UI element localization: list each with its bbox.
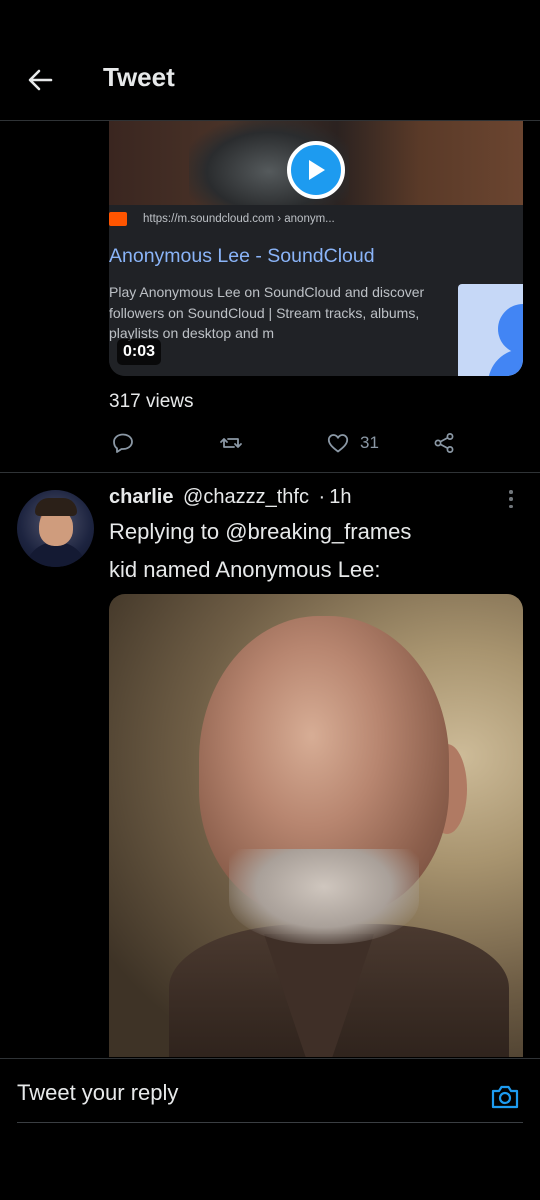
more-options-button[interactable] [501,487,521,511]
play-icon [309,160,325,180]
card-title: Anonymous Lee - SoundCloud [109,245,375,267]
like-button[interactable]: 31 [326,428,379,458]
camera-icon [491,1085,519,1109]
reply-input[interactable] [17,1080,457,1106]
tweet-header: charlie @chazzz_thfc · 1h [109,486,351,509]
top-bar: Tweet [0,0,540,121]
tweet-text: kid named Anonymous Lee: [109,557,381,582]
camera-button[interactable] [489,1081,521,1113]
video-player[interactable]: https://m.soundcloud.com › anonym... Ano… [109,121,523,376]
author-name[interactable]: charlie [109,486,173,508]
share-button[interactable] [432,428,456,458]
reply-button[interactable] [111,428,135,458]
play-button[interactable] [287,141,345,199]
tweet-time: 1h [329,486,352,508]
like-count: 31 [360,433,379,452]
tweet-divider [0,472,540,473]
reply-icon [113,433,133,453]
arrow-left-icon [28,69,53,91]
view-count: 317 views [109,391,194,412]
soundcloud-logo-icon [109,212,127,226]
back-button[interactable] [22,60,58,100]
separator-dot: · [318,486,326,508]
card-url-row: https://m.soundcloud.com › anonym... [109,209,335,229]
card-thumbnail [458,284,523,376]
video-time-badge: 0:03 [117,339,162,365]
share-icon [434,433,454,453]
more-dot-icon [509,490,513,494]
reply-underline [17,1122,523,1123]
avatar[interactable] [17,490,94,567]
reply-bar [0,1058,540,1200]
card-description: Play Anonymous Lee on SoundCloud and dis… [109,284,425,341]
replying-mention[interactable]: @breaking_frames [225,519,411,544]
page-title: Tweet [103,62,175,92]
retweet-button[interactable] [219,428,243,458]
tweet-photo[interactable] [109,594,523,1057]
replying-prefix: Replying to [109,519,220,544]
author-handle[interactable]: @chazzz_thfc [183,486,309,508]
heart-icon [327,434,349,453]
card-url: https://m.soundcloud.com › anonym... [143,213,335,225]
replying-to: Replying to @breaking_frames [109,519,411,545]
retweet-icon [220,438,242,448]
tweet-actions: 31 [109,428,469,458]
